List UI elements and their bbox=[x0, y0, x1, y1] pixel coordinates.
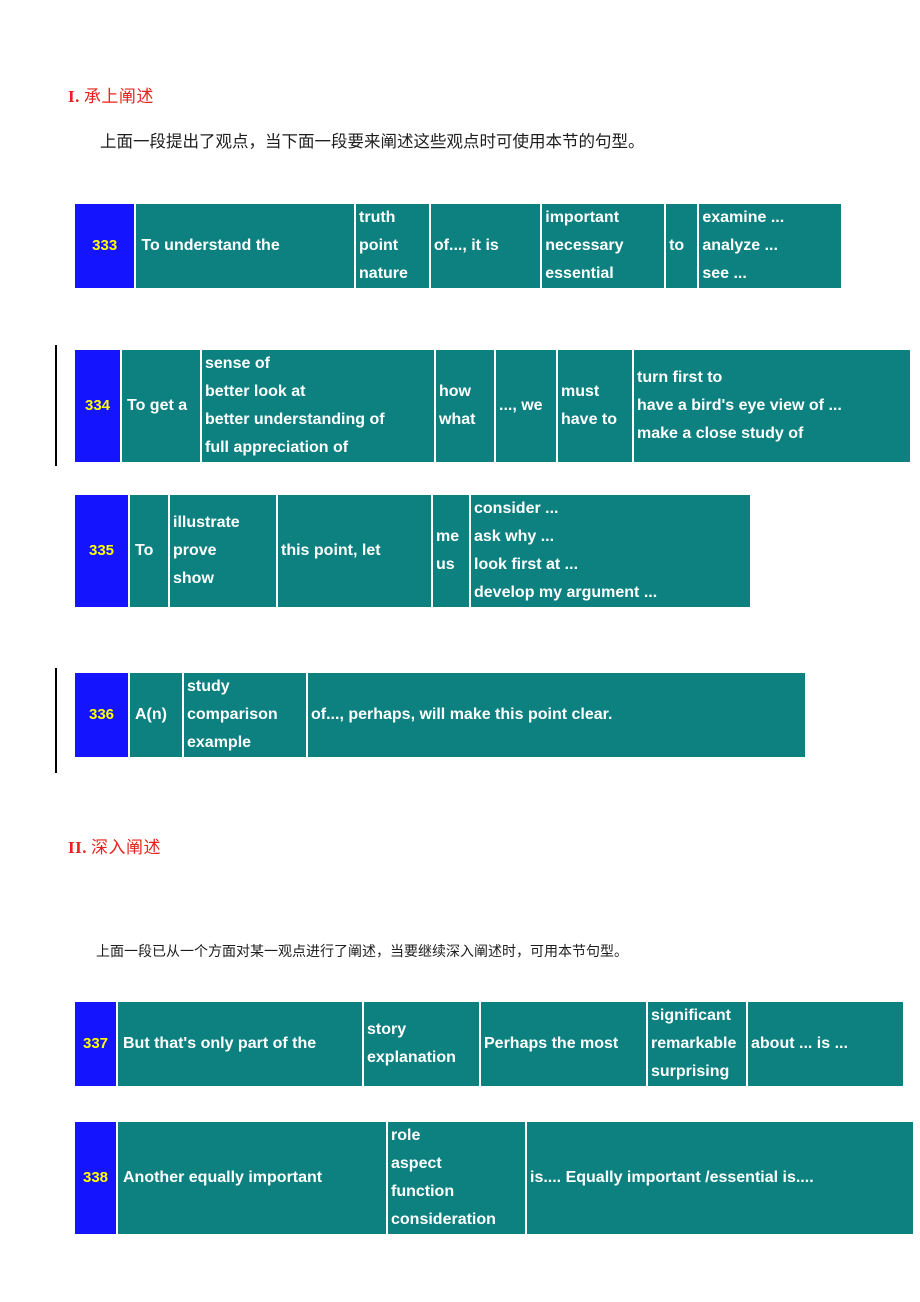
pattern-table-337: 337 But that's only part of the story ex… bbox=[73, 1000, 905, 1088]
section-title-1: 承上阐述 bbox=[83, 87, 154, 106]
pattern-cell-333-0: To understand the bbox=[136, 204, 355, 288]
pattern-cell-336-2: of..., perhaps, will make this point cle… bbox=[308, 673, 805, 757]
section-heading-2: II. 深入阐述 bbox=[68, 833, 161, 858]
section-intro-2: 上面一段已从一个方面对某一观点进行了阐述，当要继续深入阐述时，可用本节句型。 bbox=[96, 945, 628, 960]
pattern-cell-338-0: Another equally important bbox=[118, 1122, 386, 1234]
pattern-number-337: 337 bbox=[75, 1002, 116, 1086]
section-roman-1: I. bbox=[68, 87, 80, 106]
table-row: 334 To get a sense of better look at bet… bbox=[75, 350, 910, 462]
pattern-number-333: 333 bbox=[75, 204, 135, 288]
pattern-cell-336-1: study comparison example bbox=[184, 673, 306, 757]
table-row: 335 To illustrate prove show this point,… bbox=[75, 495, 750, 607]
pattern-cell-335-1: illustrate prove show bbox=[170, 495, 276, 607]
pattern-cell-335-2: this point, let bbox=[278, 495, 431, 607]
pattern-cell-337-2: Perhaps the most bbox=[481, 1002, 646, 1086]
section-title-2: 深入阐述 bbox=[90, 838, 161, 857]
pattern-table-338: 338 Another equally important role aspec… bbox=[73, 1120, 915, 1236]
pattern-cell-335-3: me us bbox=[433, 495, 469, 607]
document-page: I. 承上阐述 上面一段提出了观点，当下面一段要来阐述这些观点时可使用本节的句型。… bbox=[0, 0, 920, 1302]
section-intro-1: 上面一段提出了观点，当下面一段要来阐述这些观点时可使用本节的句型。 bbox=[100, 132, 645, 151]
pattern-table-335: 335 To illustrate prove show this point,… bbox=[73, 493, 752, 609]
pattern-cell-337-3: significant remarkable surprising bbox=[648, 1002, 746, 1086]
pattern-cell-334-4: must have to bbox=[558, 350, 632, 462]
table-row: 336 A(n) study comparison example of...,… bbox=[75, 673, 805, 757]
pattern-cell-333-3: important necessary essential bbox=[542, 204, 665, 288]
pattern-number-335: 335 bbox=[75, 495, 128, 607]
pattern-number-336: 336 bbox=[75, 673, 128, 757]
pattern-cell-335-0: To bbox=[130, 495, 168, 607]
pattern-cell-333-2: of..., it is bbox=[430, 204, 541, 288]
pattern-cell-334-0: To get a bbox=[122, 350, 200, 462]
pattern-table-334: 334 To get a sense of better look at bet… bbox=[73, 348, 912, 464]
left-margin-rule-336 bbox=[55, 668, 57, 773]
pattern-table-336: 336 A(n) study comparison example of...,… bbox=[73, 671, 807, 759]
pattern-cell-334-3: ..., we bbox=[496, 350, 556, 462]
table-row: 337 But that's only part of the story ex… bbox=[75, 1002, 903, 1086]
pattern-number-334: 334 bbox=[75, 350, 120, 462]
pattern-cell-334-5: turn first to have a bird's eye view of … bbox=[634, 350, 910, 462]
pattern-cell-333-5: examine ... analyze ... see ... bbox=[699, 204, 841, 288]
table-row: 338 Another equally important role aspec… bbox=[75, 1122, 913, 1234]
section-heading-1: I. 承上阐述 bbox=[68, 82, 154, 107]
table-row: 333 To understand the truth point nature… bbox=[75, 204, 841, 288]
pattern-cell-337-4: about ... is ... bbox=[748, 1002, 903, 1086]
pattern-cell-334-1: sense of better look at better understan… bbox=[202, 350, 434, 462]
pattern-cell-337-1: story explanation bbox=[364, 1002, 479, 1086]
pattern-cell-333-4: to bbox=[666, 204, 698, 288]
pattern-cell-335-4: consider ... ask why ... look first at .… bbox=[471, 495, 750, 607]
pattern-table-333: 333 To understand the truth point nature… bbox=[73, 202, 843, 290]
pattern-number-338: 338 bbox=[75, 1122, 116, 1234]
pattern-cell-337-0: But that's only part of the bbox=[118, 1002, 362, 1086]
pattern-cell-336-0: A(n) bbox=[130, 673, 182, 757]
section-roman-2: II. bbox=[68, 838, 87, 857]
pattern-cell-338-1: role aspect function consideration bbox=[388, 1122, 525, 1234]
pattern-cell-338-2: is.... Equally important /essential is..… bbox=[527, 1122, 913, 1234]
left-margin-rule-334 bbox=[55, 345, 57, 466]
pattern-cell-333-1: truth point nature bbox=[356, 204, 429, 288]
pattern-cell-334-2: how what bbox=[436, 350, 494, 462]
